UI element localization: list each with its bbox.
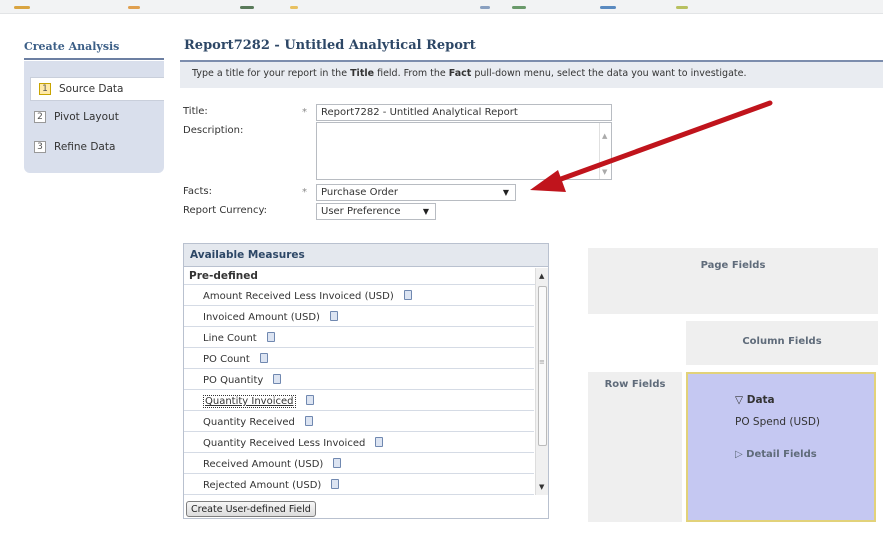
- report-currency-label: Report Currency:: [183, 205, 268, 216]
- measure-group-predefined: Pre-defined: [184, 267, 548, 285]
- report-currency-select[interactable]: User Preference ▼: [316, 203, 436, 220]
- sidebar-divider: [24, 58, 164, 60]
- page-fields-label: Page Fields: [700, 260, 766, 271]
- list-item[interactable]: Quantity Invoiced: [184, 390, 534, 411]
- info-icon[interactable]: [259, 353, 268, 363]
- step-pivot-layout[interactable]: 2 Pivot Layout: [34, 105, 119, 129]
- page-fields-zone[interactable]: Page Fields: [588, 248, 878, 314]
- data-group-label: Data: [746, 394, 775, 406]
- info-icon[interactable]: [304, 416, 313, 426]
- list-item[interactable]: PO Quantity: [184, 369, 534, 390]
- row-fields-label: Row Fields: [604, 379, 666, 390]
- info-icon[interactable]: [305, 395, 314, 405]
- scrollbar-grip-icon: ≡: [539, 358, 545, 366]
- create-user-defined-field-button[interactable]: Create User-defined Field: [186, 501, 316, 517]
- column-fields-zone[interactable]: Column Fields: [686, 321, 878, 365]
- sidebar-title: Create Analysis: [24, 40, 120, 53]
- instructions-text: pull-down menu, select the data you want…: [471, 68, 747, 79]
- required-marker: *: [302, 107, 307, 118]
- column-fields-label: Column Fields: [742, 336, 822, 347]
- scroll-down-icon[interactable]: ▼: [539, 483, 544, 491]
- step-refine-data[interactable]: 3 Refine Data: [34, 135, 115, 159]
- expanded-triangle-icon: ▽: [735, 394, 747, 406]
- report-currency-value: User Preference: [321, 206, 401, 217]
- measure-label: PO Count: [203, 354, 250, 365]
- measure-label: Amount Received Less Invoiced (USD): [203, 291, 394, 302]
- measure-label: Received Amount (USD): [203, 459, 324, 470]
- list-item[interactable]: Line Count: [184, 327, 534, 348]
- available-measures-header: Available Measures: [184, 244, 548, 267]
- step-label: Refine Data: [54, 141, 116, 153]
- list-item[interactable]: Quantity Received: [184, 411, 534, 432]
- scroll-up-icon[interactable]: ▲: [539, 272, 544, 280]
- annotation-arrow-icon: [530, 100, 773, 192]
- measure-label: Quantity Received: [203, 417, 295, 428]
- data-group-header[interactable]: ▽ Data: [735, 394, 775, 406]
- dropdown-caret-icon: ▼: [502, 188, 509, 197]
- scrollbar-thumb[interactable]: [538, 286, 547, 446]
- page-title: Report7282 - Untitled Analytical Report: [184, 38, 476, 53]
- detail-fields-label: Detail Fields: [746, 449, 817, 460]
- measure-label: Rejected Amount (USD): [203, 480, 322, 491]
- measure-label: Invoiced Amount (USD): [203, 312, 320, 323]
- info-icon[interactable]: [403, 290, 412, 300]
- row-fields-zone[interactable]: Row Fields: [588, 372, 682, 522]
- info-icon[interactable]: [331, 479, 340, 489]
- available-measures-panel: Available Measures Pre-defined Amount Re…: [183, 243, 549, 519]
- instructions-bold: Title: [350, 68, 375, 79]
- measures-scrollbar[interactable]: ▲ ≡ ▼: [535, 268, 548, 495]
- instructions-text: Type a title for your report in the: [192, 68, 351, 79]
- instructions-bold: Fact: [448, 68, 472, 79]
- list-item[interactable]: PO Count: [184, 348, 534, 369]
- step-number: 2: [34, 111, 46, 123]
- instructions-text: field. From the: [374, 68, 449, 79]
- title-label: Title:: [183, 106, 208, 117]
- step-number: 3: [34, 141, 46, 153]
- list-item[interactable]: Rejected Amount (USD): [184, 474, 534, 495]
- wizard-steps: 1 Source Data 2 Pivot Layout 3 Refine Da…: [24, 61, 164, 173]
- step-label: Source Data: [59, 83, 124, 95]
- measure-label: Quantity Invoiced: [203, 395, 296, 408]
- list-item[interactable]: Received Amount (USD): [184, 453, 534, 474]
- measure-label: Quantity Received Less Invoiced: [203, 438, 366, 449]
- list-item[interactable]: Amount Received Less Invoiced (USD): [184, 285, 534, 306]
- list-item[interactable]: Invoiced Amount (USD): [184, 306, 534, 327]
- info-icon[interactable]: [375, 437, 384, 447]
- description-label: Description:: [183, 125, 244, 136]
- measure-label: Line Count: [203, 333, 257, 344]
- list-item[interactable]: Quantity Received Less Invoiced: [184, 432, 534, 453]
- facts-select-value: Purchase Order: [321, 187, 399, 198]
- measure-label: PO Quantity: [203, 375, 264, 386]
- measures-list: Amount Received Less Invoiced (USD) Invo…: [184, 285, 534, 495]
- step-label: Pivot Layout: [54, 111, 119, 123]
- facts-select[interactable]: Purchase Order ▼: [316, 184, 516, 201]
- step-source-data[interactable]: 1 Source Data: [30, 77, 164, 101]
- facts-label: Facts:: [183, 186, 212, 197]
- top-header-strip: [0, 0, 883, 14]
- required-marker: *: [302, 187, 307, 198]
- instructions-bar: Type a title for your report in the Titl…: [180, 60, 883, 88]
- dropdown-caret-icon: ▼: [422, 207, 429, 216]
- step-number: 1: [39, 83, 51, 95]
- data-field-item[interactable]: PO Spend (USD): [735, 416, 820, 428]
- detail-fields-header[interactable]: ▷ Detail Fields: [735, 449, 817, 460]
- info-icon[interactable]: [266, 332, 275, 342]
- collapsed-triangle-icon: ▷: [735, 449, 747, 460]
- info-icon[interactable]: [273, 374, 282, 384]
- data-fields-zone[interactable]: ▽ Data PO Spend (USD) ▷ Detail Fields: [686, 372, 876, 522]
- info-icon[interactable]: [329, 311, 338, 321]
- info-icon[interactable]: [333, 458, 342, 468]
